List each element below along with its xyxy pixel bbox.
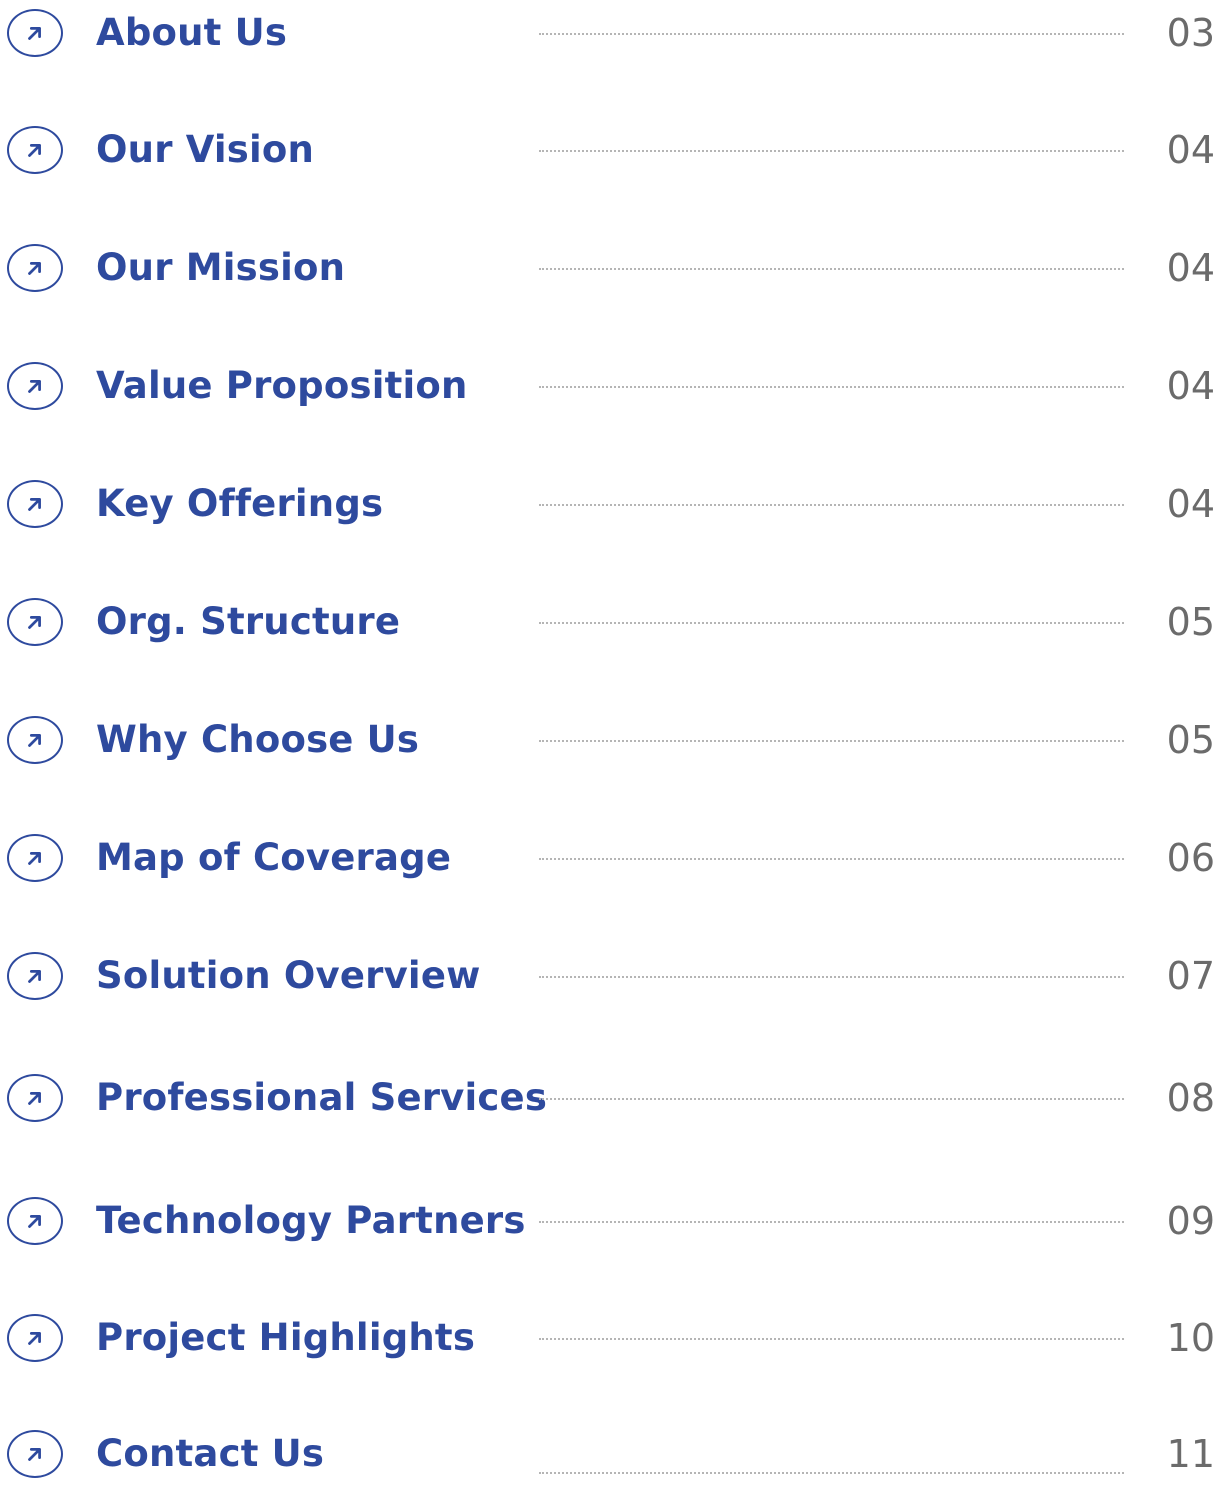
arrow-up-right-icon[interactable] [7, 1430, 63, 1478]
toc-item-page-number: 05 [1166, 600, 1215, 644]
dotted-leader [539, 1221, 1124, 1223]
arrow-up-right-icon[interactable] [7, 1074, 63, 1122]
toc-item-page-number: 08 [1166, 1076, 1215, 1120]
dotted-leader [539, 1098, 1124, 1100]
toc-item-title[interactable]: Org. Structure [96, 582, 400, 662]
toc-item-title[interactable]: Our Mission [96, 228, 345, 308]
toc-item: Key Offerings 04 [0, 464, 1225, 544]
arrow-up-right-icon[interactable] [7, 9, 63, 57]
toc-item-page-number: 07 [1166, 954, 1215, 998]
toc-item-page-number: 10 [1166, 1316, 1215, 1360]
dotted-leader [539, 976, 1124, 978]
toc-item: Technology Partners 09 [0, 1181, 1225, 1261]
dotted-leader [539, 740, 1124, 742]
dotted-leader [539, 150, 1124, 152]
arrow-up-right-icon[interactable] [7, 716, 63, 764]
dotted-leader [539, 1338, 1124, 1340]
arrow-up-right-icon[interactable] [7, 362, 63, 410]
toc-item: Project Highlights 10 [0, 1298, 1225, 1378]
arrow-up-right-icon[interactable] [7, 952, 63, 1000]
toc-item-page-number: 03 [1166, 11, 1215, 55]
toc-item-page-number: 04 [1166, 482, 1215, 526]
toc-item: Solution Overview 07 [0, 936, 1225, 1016]
dotted-leader [539, 504, 1124, 506]
dotted-leader [539, 622, 1124, 624]
toc-item: Contact Us 11 [0, 1414, 1225, 1494]
toc-item-title[interactable]: Key Offerings [96, 464, 383, 544]
toc-item-page-number: 06 [1166, 836, 1215, 880]
toc-item-page-number: 11 [1166, 1432, 1215, 1476]
dotted-leader [539, 268, 1124, 270]
toc-item-title[interactable]: Value Proposition [96, 346, 468, 426]
toc-item: Professional Services 08 [0, 1058, 1225, 1138]
arrow-up-right-icon[interactable] [7, 126, 63, 174]
toc-item-title[interactable]: Why Choose Us [96, 700, 419, 780]
toc-item: Our Vision 04 [0, 110, 1225, 190]
arrow-up-right-icon[interactable] [7, 598, 63, 646]
toc-item: Why Choose Us 05 [0, 700, 1225, 780]
toc-item: Value Proposition 04 [0, 346, 1225, 426]
dotted-leader [539, 858, 1124, 860]
toc-item-title[interactable]: Our Vision [96, 110, 314, 190]
dotted-leader [539, 386, 1124, 388]
dotted-leader [539, 33, 1124, 35]
toc-item: Our Mission 04 [0, 228, 1225, 308]
dotted-leader [539, 1472, 1124, 1474]
toc-item: Org. Structure 05 [0, 582, 1225, 662]
arrow-up-right-icon[interactable] [7, 1197, 63, 1245]
toc-item-page-number: 04 [1166, 128, 1215, 172]
toc-item-title[interactable]: Contact Us [96, 1414, 324, 1494]
toc-item-title[interactable]: Solution Overview [96, 936, 481, 1016]
arrow-up-right-icon[interactable] [7, 244, 63, 292]
toc-item-page-number: 09 [1166, 1199, 1215, 1243]
toc-item-title[interactable]: Professional Services [96, 1058, 547, 1138]
toc-item-page-number: 05 [1166, 718, 1215, 762]
toc-item: About Us 03 [0, 0, 1225, 73]
toc-item-page-number: 04 [1166, 364, 1215, 408]
toc-item-page-number: 04 [1166, 246, 1215, 290]
arrow-up-right-icon[interactable] [7, 834, 63, 882]
toc-item-title[interactable]: About Us [96, 0, 287, 73]
arrow-up-right-icon[interactable] [7, 480, 63, 528]
toc-item: Map of Coverage 06 [0, 818, 1225, 898]
toc-item-title[interactable]: Map of Coverage [96, 818, 451, 898]
arrow-up-right-icon[interactable] [7, 1314, 63, 1362]
toc-item-title[interactable]: Technology Partners [96, 1181, 526, 1261]
toc-item-title[interactable]: Project Highlights [96, 1298, 475, 1378]
